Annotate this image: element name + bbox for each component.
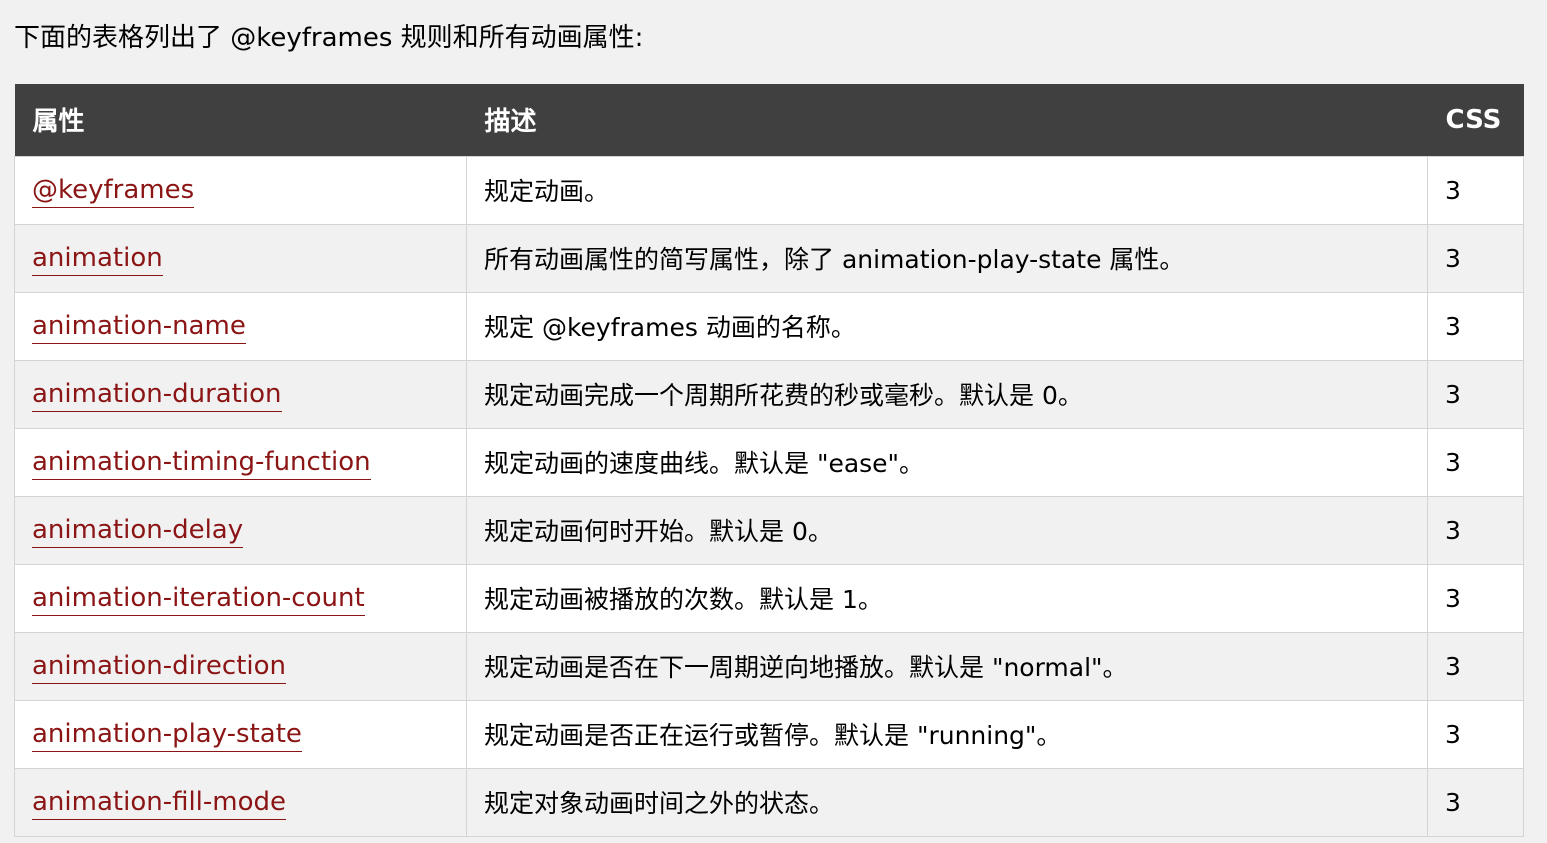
table-row: animation-direction 规定动画是否在下一周期逆向地播放。默认是… [14, 631, 1524, 701]
css-version-cell: 3 [1427, 631, 1524, 701]
css-version-cell: 3 [1427, 155, 1524, 225]
table-row: animation-fill-mode 规定对象动画时间之外的状态。 3 [14, 767, 1524, 837]
description-cell: 规定动画的速度曲线。默认是 "ease"。 [466, 427, 1428, 497]
description-cell: 规定动画被播放的次数。默认是 1。 [466, 563, 1428, 633]
property-link[interactable]: animation-iteration-count [32, 583, 365, 616]
property-link[interactable]: animation-duration [32, 379, 282, 412]
property-cell: @keyframes [14, 155, 467, 225]
property-cell: animation-play-state [14, 699, 467, 769]
animation-properties-table: 属性 描述 CSS @keyframes 规定动画。 3 animation 所… [14, 84, 1524, 837]
css-version-cell: 3 [1427, 699, 1524, 769]
table-row: animation 所有动画属性的简写属性，除了 animation-play-… [14, 223, 1524, 293]
css-version-cell: 3 [1427, 291, 1524, 361]
table-row: @keyframes 规定动画。 3 [14, 155, 1524, 225]
description-cell: 规定动画是否在下一周期逆向地播放。默认是 "normal"。 [466, 631, 1428, 701]
property-link[interactable]: animation [32, 243, 163, 276]
description-cell: 规定动画是否正在运行或暂停。默认是 "running"。 [466, 699, 1428, 769]
description-cell: 所有动画属性的简写属性，除了 animation-play-state 属性。 [466, 223, 1428, 293]
property-link[interactable]: animation-fill-mode [32, 787, 287, 820]
property-link[interactable]: animation-delay [32, 515, 244, 548]
description-cell: 规定动画。 [466, 155, 1428, 225]
header-property: 属性 [32, 107, 85, 138]
table-row: animation-delay 规定动画何时开始。默认是 0。 3 [14, 495, 1524, 565]
property-cell: animation-delay [14, 495, 467, 565]
css-version-cell: 3 [1427, 359, 1524, 429]
property-cell: animation [14, 223, 467, 293]
description-cell: 规定 @keyframes 动画的名称。 [466, 291, 1428, 361]
css-version-cell: 3 [1427, 495, 1524, 565]
description-cell: 规定动画完成一个周期所花费的秒或毫秒。默认是 0。 [466, 359, 1428, 429]
css-version-cell: 3 [1427, 427, 1524, 497]
property-link[interactable]: @keyframes [32, 175, 195, 208]
table-header-row: 属性 描述 CSS [14, 84, 1524, 156]
table-row: animation-duration 规定动画完成一个周期所花费的秒或毫秒。默认… [14, 359, 1524, 429]
property-cell: animation-name [14, 291, 467, 361]
table-row: animation-name 规定 @keyframes 动画的名称。 3 [14, 291, 1524, 361]
description-cell: 规定对象动画时间之外的状态。 [466, 767, 1428, 837]
css-version-cell: 3 [1427, 223, 1524, 293]
property-link[interactable]: animation-direction [32, 651, 287, 684]
property-cell: animation-iteration-count [14, 563, 467, 633]
property-link[interactable]: animation-timing-function [32, 447, 371, 480]
property-link[interactable]: animation-play-state [32, 719, 302, 752]
header-description: 描述 [484, 107, 537, 138]
table-row: animation-iteration-count 规定动画被播放的次数。默认是… [14, 563, 1524, 633]
header-css: CSS [1445, 104, 1502, 135]
table-row: animation-timing-function 规定动画的速度曲线。默认是 … [14, 427, 1524, 497]
property-cell: animation-direction [14, 631, 467, 701]
css-version-cell: 3 [1427, 767, 1524, 837]
property-cell: animation-fill-mode [14, 767, 467, 837]
property-cell: animation-duration [14, 359, 467, 429]
intro-text: 下面的表格列出了 @keyframes 规则和所有动画属性: [14, 23, 644, 53]
table-row: animation-play-state 规定动画是否正在运行或暂停。默认是 "… [14, 699, 1524, 769]
property-link[interactable]: animation-name [32, 311, 246, 344]
css-version-cell: 3 [1427, 563, 1524, 633]
property-cell: animation-timing-function [14, 427, 467, 497]
description-cell: 规定动画何时开始。默认是 0。 [466, 495, 1428, 565]
